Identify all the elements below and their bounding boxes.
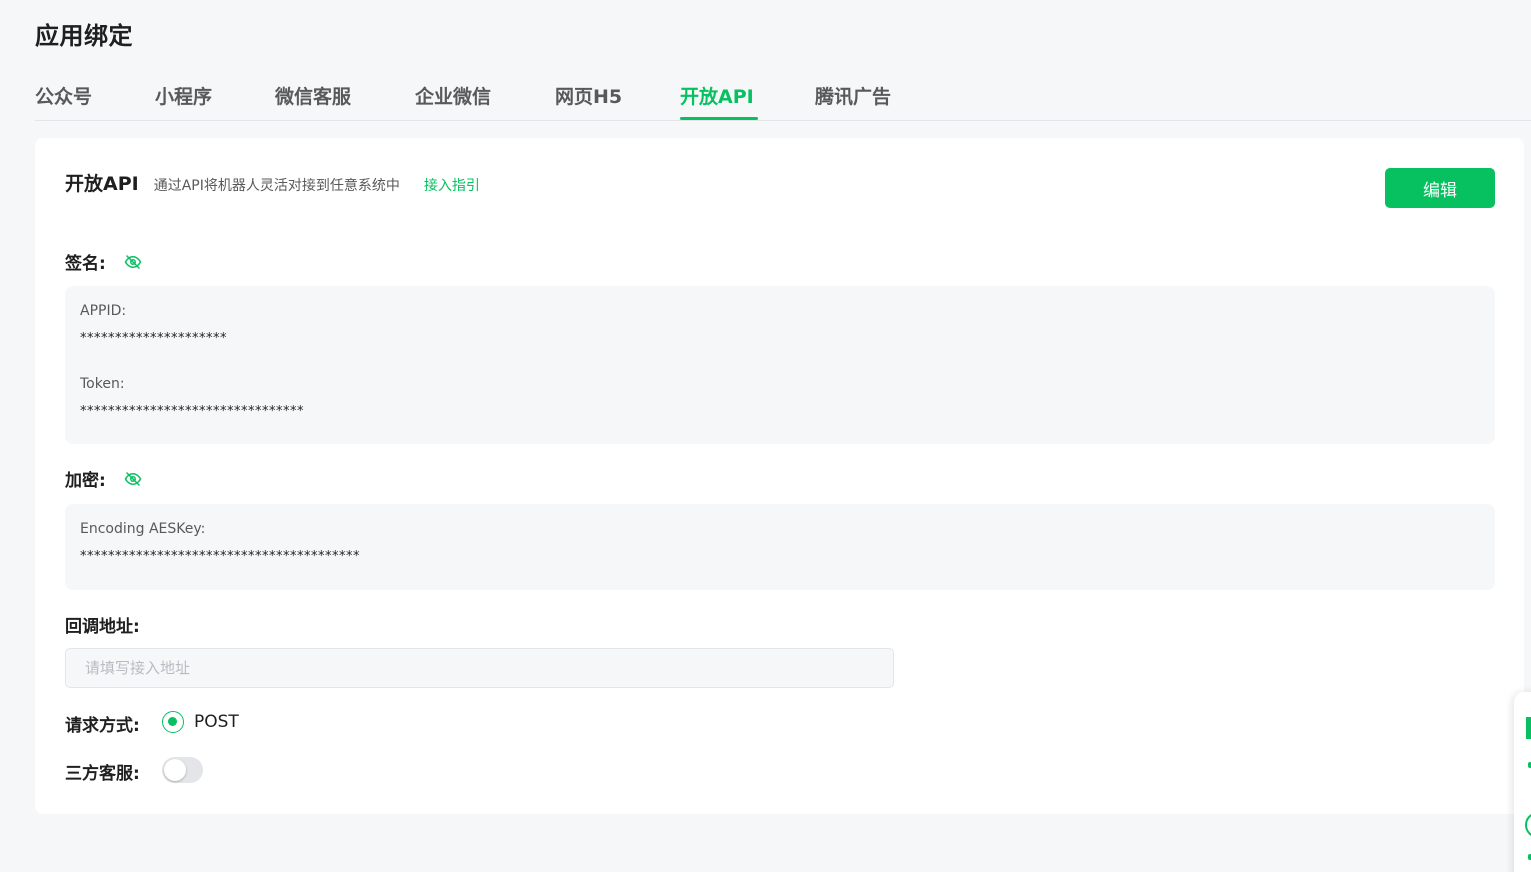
guide-link[interactable]: 接入指引 [424, 175, 480, 195]
edit-button[interactable]: 编辑 [1385, 168, 1495, 208]
card-header: 开放API 通过API将机器人灵活对接到任意系统中 接入指引 [65, 169, 480, 197]
signature-label: 签名: [65, 254, 106, 274]
tab-mini-program[interactable]: 小程序 [155, 82, 212, 120]
callback-url-label: 回调地址: [65, 617, 140, 637]
request-method-label: 请求方式: [65, 716, 140, 736]
appid-label: APPID: [80, 303, 127, 319]
tab-tencent-ads[interactable]: 腾讯广告 [815, 82, 891, 120]
post-radio[interactable] [162, 711, 184, 733]
card-title: 开放API [65, 173, 139, 195]
eye-off-icon[interactable] [124, 470, 142, 488]
tab-wecom[interactable]: 企业微信 [415, 82, 491, 120]
signature-section-label: 签名: [65, 249, 142, 274]
app-binding-page: 应用绑定 公众号 小程序 微信客服 企业微信 网页H5 开放API 腾讯广告 开… [0, 0, 1531, 872]
tab-wechat-customer-service[interactable]: 微信客服 [275, 82, 351, 120]
callback-url-input[interactable] [65, 648, 894, 688]
side-panel-circle-icon[interactable] [1525, 812, 1531, 838]
encryption-box: Encoding AESKey: ***********************… [65, 504, 1495, 590]
floating-side-panel[interactable] [1514, 692, 1531, 872]
tab-official-account[interactable]: 公众号 [35, 82, 92, 120]
post-radio-option[interactable]: POST [162, 711, 239, 733]
eye-off-icon[interactable] [124, 253, 142, 271]
page-title: 应用绑定 [35, 22, 133, 50]
open-api-card: 开放API 通过API将机器人灵活对接到任意系统中 接入指引 编辑 签名: AP… [35, 138, 1524, 814]
post-radio-label: POST [194, 712, 239, 732]
encryption-section-label: 加密: [65, 466, 142, 491]
token-label: Token: [80, 376, 125, 392]
tab-web-h5[interactable]: 网页H5 [555, 82, 622, 120]
aeskey-value: **************************************** [80, 549, 360, 564]
token-value: ******************************** [80, 404, 304, 419]
aeskey-label: Encoding AESKey: [80, 521, 206, 537]
side-panel-marker [1526, 717, 1531, 739]
signature-box: APPID: ********************* Token: ****… [65, 286, 1495, 444]
card-description: 通过API将机器人灵活对接到任意系统中 [153, 178, 400, 194]
toggle-knob [164, 759, 186, 781]
appid-value: ********************* [80, 331, 227, 346]
tab-open-api[interactable]: 开放API [680, 82, 758, 120]
third-party-service-label: 三方客服: [65, 764, 140, 784]
third-party-service-toggle[interactable] [162, 757, 203, 783]
encryption-label: 加密: [65, 471, 106, 491]
tab-bar: 公众号 小程序 微信客服 企业微信 网页H5 开放API 腾讯广告 [35, 72, 1531, 121]
